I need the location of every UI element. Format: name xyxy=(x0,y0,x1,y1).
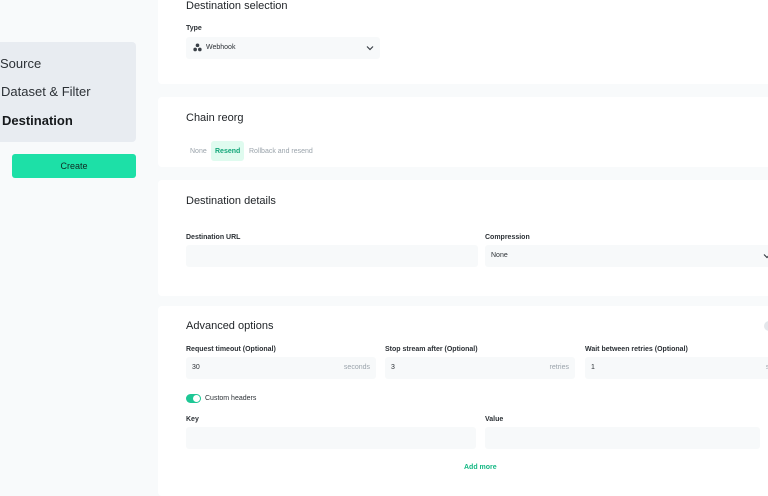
destination-details-title: Destination details xyxy=(186,195,276,207)
wait-retries-label: Wait between retries (Optional) xyxy=(585,346,688,353)
stop-stream-label: Stop stream after (Optional) xyxy=(385,346,478,353)
destination-details-card: Destination details Destination URL Comp… xyxy=(158,180,768,296)
stop-stream-input[interactable]: 3 retries xyxy=(385,357,575,379)
custom-headers-label: Custom headers xyxy=(205,395,257,402)
chevron-down-icon xyxy=(763,254,768,259)
request-timeout-value: 30 xyxy=(192,364,200,371)
step-destination[interactable]: Destination xyxy=(2,113,73,128)
add-more-link[interactable]: Add more xyxy=(464,464,497,471)
header-key-input[interactable] xyxy=(186,427,476,449)
reorg-option-rollback-and-resend[interactable]: Rollback and resend xyxy=(249,141,313,161)
create-button[interactable]: Create xyxy=(12,154,136,178)
toggle-knob xyxy=(193,395,200,402)
reorg-option-none[interactable]: None xyxy=(190,141,207,161)
stop-stream-unit: retries xyxy=(549,364,569,371)
webhook-icon xyxy=(193,43,202,52)
chain-reorg-title: Chain reorg xyxy=(186,112,244,124)
compression-select[interactable]: None xyxy=(485,245,768,267)
wait-retries-value: 1 xyxy=(591,364,595,371)
destination-url-label: Destination URL xyxy=(186,234,241,241)
chain-reorg-card: Chain reorg None Resend Rollback and res… xyxy=(158,97,768,167)
info-icon[interactable] xyxy=(764,321,768,331)
advanced-options-title: Advanced options xyxy=(186,320,274,332)
request-timeout-unit: seconds xyxy=(343,364,370,371)
destination-selection-card: Destination selection Type Webhook xyxy=(158,0,768,84)
compression-label: Compression xyxy=(485,234,530,241)
sidebar: Source Dataset & Filter Destination Crea… xyxy=(0,0,150,480)
header-value-input[interactable] xyxy=(485,427,760,449)
request-timeout-input[interactable]: 30 seconds xyxy=(186,357,376,379)
stop-stream-value: 3 xyxy=(391,364,395,371)
type-value: Webhook xyxy=(206,44,236,51)
wait-retries-input[interactable]: 1 seconds xyxy=(585,357,768,379)
request-timeout-label: Request timeout (Optional) xyxy=(186,346,276,353)
value-label: Value xyxy=(485,416,504,423)
destination-selection-title: Destination selection xyxy=(186,0,288,12)
advanced-options-card: Advanced options Request timeout (Option… xyxy=(158,306,768,496)
key-label: Key xyxy=(186,416,199,423)
step-list: Source Dataset & Filter Destination xyxy=(0,42,136,142)
reorg-option-resend[interactable]: Resend xyxy=(211,141,245,161)
destination-url-input[interactable] xyxy=(186,245,478,267)
type-select[interactable]: Webhook xyxy=(186,37,380,59)
type-label: Type xyxy=(186,25,202,32)
compression-value: None xyxy=(491,252,508,259)
step-dataset-filter[interactable]: Dataset & Filter xyxy=(1,84,91,99)
step-source[interactable]: Source xyxy=(0,56,41,71)
chevron-down-icon xyxy=(366,46,374,51)
custom-headers-toggle[interactable] xyxy=(186,394,201,403)
